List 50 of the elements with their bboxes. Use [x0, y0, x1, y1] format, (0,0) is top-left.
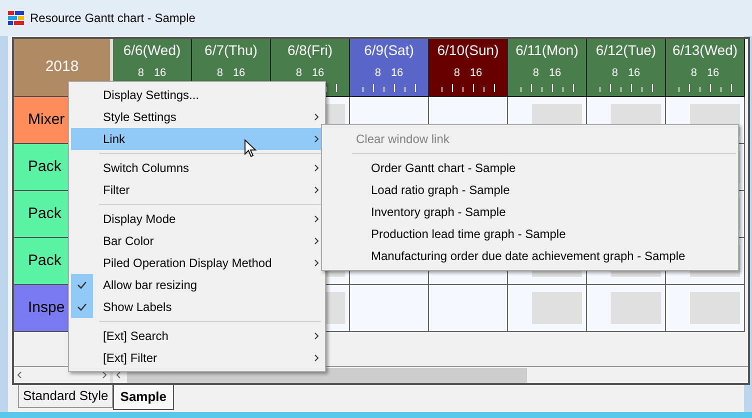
- menu-item[interactable]: Production lead time graph - Sample: [322, 223, 738, 245]
- hour-label: 16: [232, 67, 246, 80]
- chevron-right-icon: [314, 135, 318, 143]
- hour-label: 16: [628, 67, 640, 80]
- hour-label: 8: [454, 67, 460, 80]
- window-title: Resource Gantt chart - Sample: [30, 10, 196, 27]
- hour-label: 16: [390, 67, 404, 80]
- chevron-right-icon: [314, 215, 318, 223]
- scroll-right-icon[interactable]: [102, 371, 107, 379]
- date-label: 6/7(Thu): [204, 41, 258, 59]
- chevron-right-icon: [314, 237, 318, 245]
- date-label: 6/6(Wed): [123, 41, 181, 59]
- chevron-right-icon: [314, 164, 318, 172]
- menu-item[interactable]: [Ext] Filter: [71, 347, 323, 369]
- app-logo-icon: [8, 11, 24, 25]
- date-label: 6/11(Mon): [516, 41, 578, 59]
- hour-label: 16: [312, 67, 324, 80]
- tab[interactable]: Standard Style: [18, 385, 114, 408]
- date-label: 6/9(Sat): [364, 41, 414, 59]
- tab[interactable]: Sample: [113, 385, 174, 410]
- hour-label: 8: [138, 67, 144, 80]
- checkmark-icon: [77, 303, 87, 311]
- chevron-right-icon: [314, 186, 318, 194]
- hour-label: 8: [216, 67, 223, 80]
- chevron-right-icon: [314, 113, 318, 121]
- date-label: 6/13(Wed): [672, 41, 738, 59]
- chevron-right-icon: [314, 354, 318, 362]
- scroll-left-icon[interactable]: [116, 371, 121, 379]
- scroll-left-icon[interactable]: [17, 371, 22, 379]
- menu-item[interactable]: Link: [71, 128, 323, 150]
- hour-label: 8: [612, 67, 618, 80]
- date-label: 6/8(Fri): [287, 41, 333, 59]
- menu-item[interactable]: Load ratio graph - Sample: [322, 179, 738, 201]
- chevron-right-icon: [314, 332, 318, 340]
- hour-label: 8: [296, 67, 302, 80]
- date-label: 6/12(Tue): [596, 41, 656, 59]
- menu-item[interactable]: Inventory graph - Sample: [322, 201, 738, 223]
- chevron-right-icon: [314, 259, 318, 267]
- hour-label: 16: [548, 67, 562, 80]
- date-label: 6/10(Sun): [437, 41, 499, 59]
- hour-label: 16: [154, 67, 166, 80]
- menu-item[interactable]: Order Gantt chart - Sample: [322, 157, 738, 179]
- hour-label: 8: [532, 67, 539, 80]
- hour-label: 16: [706, 67, 720, 80]
- hour-label: 16: [470, 67, 482, 80]
- checkmark-icon: [77, 281, 87, 289]
- hour-label: 8: [690, 67, 697, 80]
- menu-item[interactable]: Manufacturing order due date achievement graph - Sample: [322, 245, 738, 267]
- hour-label: 8: [374, 67, 381, 80]
- mouse-cursor-icon: [244, 139, 258, 159]
